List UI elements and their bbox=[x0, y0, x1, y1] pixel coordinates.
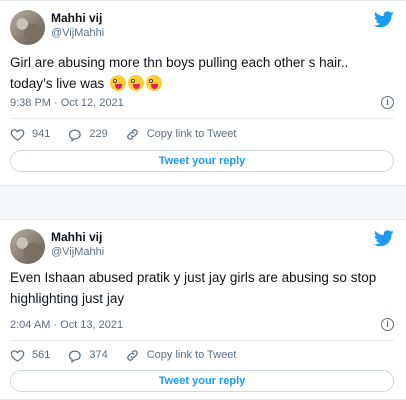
copy-link-label: Copy link to Tweet bbox=[146, 349, 237, 361]
twitter-bird-icon[interactable] bbox=[374, 11, 394, 28]
tweet-card: Mahhi vij @VijMahhi Girl are abusing mor… bbox=[0, 0, 406, 186]
like-action[interactable]: 561 bbox=[10, 348, 50, 363]
info-icon[interactable]: i bbox=[381, 96, 394, 109]
tweet-actions: 941 229 Copy link to Tweet bbox=[10, 125, 394, 143]
tweet-actions: 561 374 Copy link to Tweet bbox=[10, 346, 394, 364]
avatar[interactable] bbox=[10, 229, 45, 264]
heart-icon bbox=[10, 128, 25, 141]
reply-action[interactable]: 229 bbox=[67, 127, 108, 142]
like-count: 561 bbox=[32, 349, 51, 361]
author-name[interactable]: Mahhi vij bbox=[51, 230, 102, 244]
tweet-timestamp[interactable]: 2:04 AM · Oct 13, 2021 bbox=[10, 319, 123, 331]
author-name[interactable]: Mahhi vij bbox=[51, 11, 102, 25]
tweet-timestamp[interactable]: 9:38 PM · Oct 12, 2021 bbox=[10, 97, 124, 109]
reply-icon bbox=[69, 129, 82, 142]
twitter-bird-icon[interactable] bbox=[374, 230, 394, 247]
avatar[interactable] bbox=[10, 10, 45, 45]
divider bbox=[10, 340, 394, 341]
reply-action[interactable]: 374 bbox=[67, 348, 108, 363]
copy-link-action[interactable]: Copy link to Tweet bbox=[125, 127, 237, 142]
copy-link-label: Copy link to Tweet bbox=[146, 128, 237, 140]
heart-icon bbox=[10, 349, 25, 362]
zany-face-emoji-icon bbox=[110, 75, 127, 91]
like-action[interactable]: 941 bbox=[10, 127, 50, 142]
tweet-text-content: Even Ishaan abused pratik y just jay gir… bbox=[10, 270, 377, 306]
tweet-your-reply-button[interactable]: Tweet your reply bbox=[10, 150, 394, 172]
info-icon[interactable]: i bbox=[381, 318, 394, 331]
copy-link-action[interactable]: Copy link to Tweet bbox=[125, 348, 237, 363]
zany-face-emoji-icon bbox=[128, 75, 145, 91]
author-handle[interactable]: @VijMahhi bbox=[51, 27, 104, 39]
zany-face-emoji-icon bbox=[146, 75, 163, 91]
divider bbox=[10, 118, 394, 119]
author-handle[interactable]: @VijMahhi bbox=[51, 246, 104, 258]
tweet-card: Mahhi vij @VijMahhi Even Ishaan abused p… bbox=[0, 219, 406, 400]
tweet-text: Even Ishaan abused pratik y just jay gir… bbox=[10, 267, 394, 309]
tweet-text-content: Girl are abusing more thn boys pulling e… bbox=[10, 55, 349, 91]
tweet-your-reply-button[interactable]: Tweet your reply bbox=[10, 370, 394, 392]
tweet-text: Girl are abusing more thn boys pulling e… bbox=[10, 52, 394, 94]
link-icon bbox=[127, 349, 138, 361]
reply-count: 374 bbox=[89, 349, 108, 361]
like-count: 941 bbox=[32, 128, 51, 140]
link-icon bbox=[127, 128, 138, 140]
reply-icon bbox=[69, 350, 82, 363]
reply-count: 229 bbox=[89, 128, 108, 140]
